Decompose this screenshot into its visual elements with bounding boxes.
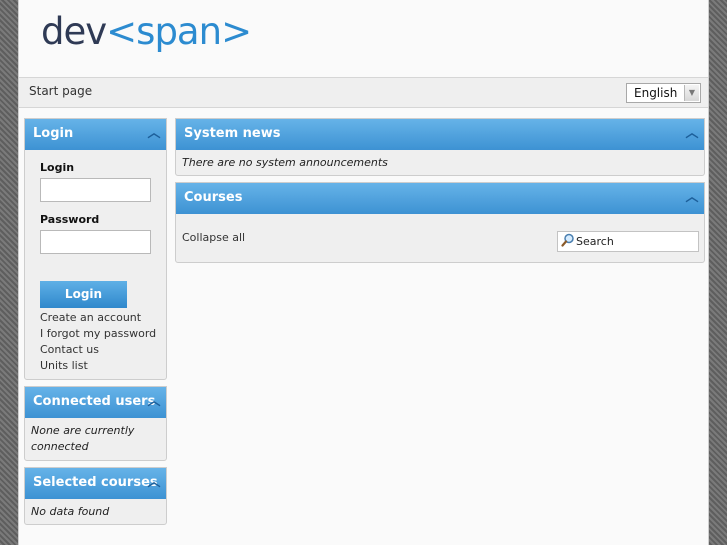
search-placeholder: Search [576,235,614,248]
connected-users-header: Connected users ︿ [25,387,166,418]
connected-users-title: Connected users [33,394,156,409]
login-label: Login [40,161,75,174]
login-button[interactable]: Login [40,281,127,308]
logo-lt: < [106,10,137,53]
logo-span: span [136,10,222,53]
system-news-panel: System news ︿ There are no system announ… [175,118,705,176]
create-account-link[interactable]: Create an account [40,311,141,324]
units-list-link[interactable]: Units list [40,359,88,372]
selected-courses-title: Selected courses [33,475,158,490]
navbar: Start page English ▼ [19,77,708,108]
login-panel-title: Login [33,126,74,141]
chevron-up-icon[interactable]: ︿ [147,127,161,141]
selected-courses-panel: Selected courses ︿ No data found [24,467,167,525]
connected-users-message: None are currently connected [31,423,134,455]
forgot-password-link[interactable]: I forgot my password [40,327,156,340]
password-input[interactable] [40,230,151,254]
language-select[interactable]: English ▼ [626,83,701,103]
chevron-up-icon[interactable]: ︿ [147,476,161,490]
connected-users-panel: Connected users ︿ None are currently con… [24,386,167,461]
header: dev<span> [19,0,708,77]
system-news-title: System news [184,126,281,141]
search-icon [561,233,574,247]
selected-courses-header: Selected courses ︿ [25,468,166,499]
courses-panel: Courses ︿ Collapse all Search [175,182,705,263]
login-input[interactable] [40,178,151,202]
courses-header: Courses ︿ [176,183,704,214]
chevron-up-icon[interactable]: ︿ [685,191,699,205]
site-logo[interactable]: dev<span> [41,10,252,53]
password-label: Password [40,213,100,226]
logo-gt: > [221,10,252,53]
language-value: English [634,86,678,100]
courses-title: Courses [184,190,243,205]
connected-users-line2: connected [31,440,89,453]
chevron-down-icon[interactable]: ▼ [684,85,699,101]
page: dev<span> Start page English ▼ Login ︿ L… [18,0,709,545]
chevron-up-icon[interactable]: ︿ [147,395,161,409]
system-news-header: System news ︿ [176,119,704,150]
selected-courses-message: No data found [31,505,110,518]
login-panel: Login ︿ Login Password Login Create an a… [24,118,167,380]
search-input[interactable]: Search [557,231,699,252]
chevron-up-icon[interactable]: ︿ [685,127,699,141]
start-page-link[interactable]: Start page [29,84,92,98]
system-news-message: There are no system announcements [182,156,388,169]
login-panel-header: Login ︿ [25,119,166,150]
connected-users-line1: None are currently [31,424,135,437]
contact-us-link[interactable]: Contact us [40,343,99,356]
logo-dev: dev [41,10,107,53]
collapse-all-link[interactable]: Collapse all [182,231,245,244]
